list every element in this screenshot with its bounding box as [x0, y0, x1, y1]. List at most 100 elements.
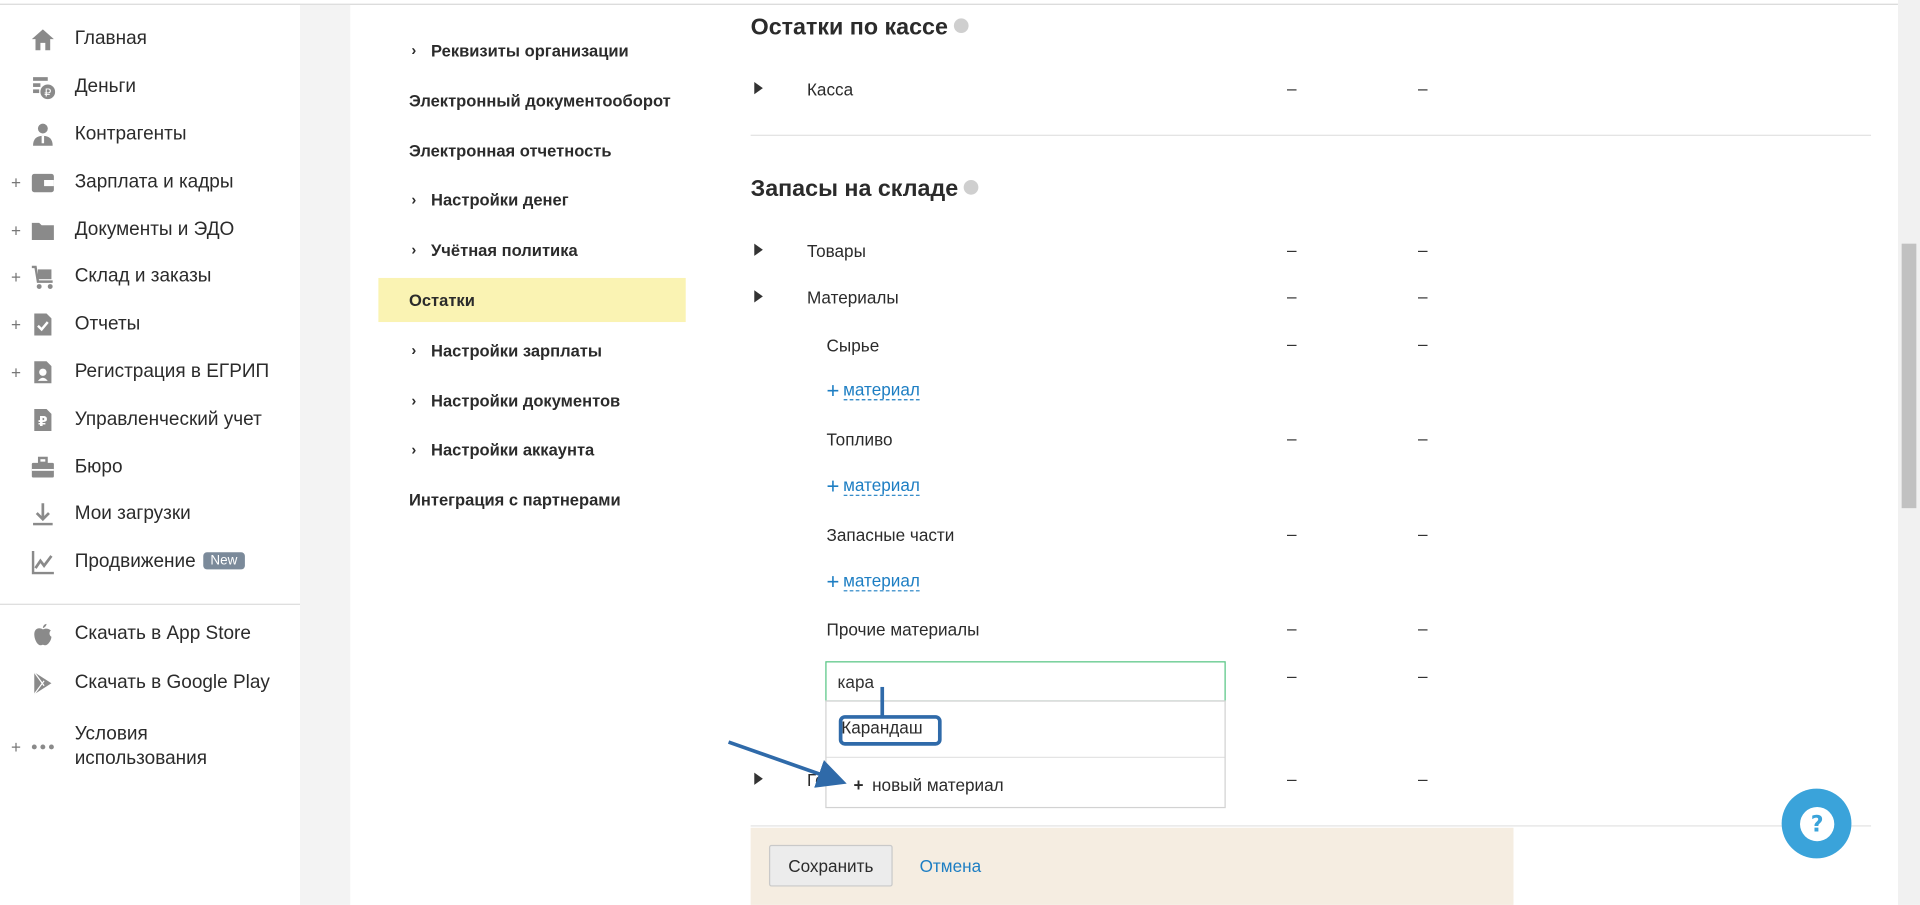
- row-value: –: [1286, 618, 1297, 638]
- expand-plus-icon[interactable]: +: [11, 362, 23, 382]
- sidebar-item-registration[interactable]: + Регистрация в ЕГРИП: [0, 351, 300, 393]
- cash-section-title: Остатки по кассе: [751, 15, 969, 42]
- sidebar-item-salary[interactable]: + Зарплата и кадры: [0, 162, 300, 204]
- sidebar-item-label: Склад и заказы: [74, 265, 212, 287]
- sidebar-item-text: Продвижение: [74, 551, 196, 572]
- row-value: –: [1417, 666, 1428, 686]
- plus-icon: +: [826, 569, 840, 594]
- info-icon[interactable]: [954, 18, 969, 34]
- menu-item-partners[interactable]: Интеграция с партнерами: [378, 478, 685, 522]
- google-play-link[interactable]: Скачать в Google Play: [0, 662, 300, 704]
- menu-item-money-settings[interactable]: › Настройки денег: [378, 178, 685, 222]
- annotation-highlight: [838, 715, 942, 746]
- row-value: –: [1286, 768, 1297, 789]
- management-icon: ₽: [28, 405, 57, 434]
- menu-item-requisites[interactable]: › Реквизиты организации: [378, 28, 685, 72]
- add-material-link[interactable]: + материал: [827, 569, 920, 595]
- scrollbar[interactable]: [1897, 0, 1920, 905]
- apple-icon: [28, 620, 57, 649]
- expand-plus-icon[interactable]: +: [11, 220, 23, 240]
- cancel-link[interactable]: Отмена: [920, 856, 982, 876]
- table-row-materials: Материалы – –: [751, 284, 1871, 313]
- sidebar-item-management[interactable]: ₽ Управленческий учет: [0, 399, 300, 441]
- sidebar-item-downloads[interactable]: Мои загрузки: [0, 493, 300, 535]
- section-divider: [750, 825, 1872, 827]
- save-bar: Сохранить Отмена: [750, 827, 1514, 905]
- sidebar-item-label: Деньги: [74, 75, 137, 97]
- add-material-label: материал: [843, 379, 920, 401]
- sidebar-item-home[interactable]: Главная: [0, 18, 300, 60]
- chevron-right-icon: ›: [411, 391, 417, 409]
- google-play-icon: [28, 669, 57, 698]
- scrollbar-thumb[interactable]: [1901, 243, 1917, 509]
- folder-icon: [28, 216, 57, 245]
- gutter: [300, 4, 351, 905]
- add-material-link[interactable]: + материал: [827, 378, 920, 404]
- expand-triangle-icon[interactable]: [754, 290, 763, 303]
- menu-item-label: Настройки зарплаты: [431, 341, 603, 360]
- home-icon: [28, 24, 57, 53]
- row-value: –: [1286, 428, 1297, 449]
- help-button[interactable]: ?: [1781, 788, 1852, 859]
- table-row-raw: Сырье – –: [751, 332, 1871, 361]
- sidebar-item-warehouse[interactable]: + Склад и заказы: [0, 256, 300, 298]
- wallet-icon: [28, 168, 57, 197]
- expand-triangle-icon[interactable]: [754, 772, 763, 785]
- add-material-label: материал: [843, 570, 920, 592]
- new-material-label: новый материал: [872, 775, 1004, 795]
- table-row-spare-parts: Запасные части – –: [751, 522, 1871, 551]
- material-search-input[interactable]: [825, 661, 1226, 702]
- app-store-label: Скачать в App Store: [74, 623, 251, 645]
- save-button[interactable]: Сохранить: [768, 844, 893, 887]
- new-material-option[interactable]: + новый материал: [853, 775, 1003, 795]
- menu-item-e-reporting[interactable]: Электронная отчетность: [378, 129, 685, 173]
- sidebar-item-label: Зарплата и кадры: [74, 171, 234, 193]
- money-icon: ₽: [28, 72, 57, 101]
- sidebar-item-promotion[interactable]: Продвижение New: [0, 541, 300, 583]
- stock-section-title: Запасы на складе: [751, 176, 979, 203]
- menu-item-label: Остатки: [408, 290, 475, 310]
- terms-label: Условия использования: [74, 723, 207, 769]
- annotation-connector: [880, 686, 885, 717]
- expand-plus-icon[interactable]: +: [11, 737, 23, 757]
- expand-plus-icon[interactable]: +: [11, 315, 23, 335]
- sidebar-item-label: Документы и ЭДО: [74, 219, 235, 241]
- menu-item-accounting-policy[interactable]: › Учётная политика: [378, 228, 685, 272]
- sidebar-item-money[interactable]: ₽ Деньги: [0, 66, 300, 108]
- row-label: Касса: [806, 79, 854, 100]
- settings-menu: › Реквизиты организации Электронный докум…: [350, 5, 717, 905]
- svg-text:?: ?: [1810, 812, 1823, 837]
- registration-icon: [28, 358, 57, 387]
- expand-triangle-icon[interactable]: [754, 243, 763, 256]
- row-label: Сырье: [826, 335, 880, 356]
- menu-item-label: Электронный документооборот: [408, 91, 671, 110]
- row-label: Материалы: [806, 287, 899, 308]
- expand-plus-icon[interactable]: +: [11, 173, 23, 193]
- main-content: Остатки по кассе Касса – – Запасы на скл…: [718, 5, 1898, 905]
- expand-plus-icon[interactable]: +: [11, 267, 23, 287]
- terms-link[interactable]: + Условия использования: [0, 721, 300, 772]
- row-value: –: [1417, 334, 1428, 354]
- sidebar-item-reports[interactable]: + Отчеты: [0, 304, 300, 346]
- row-label: Прочие материалы: [826, 619, 980, 640]
- info-icon[interactable]: [964, 180, 979, 195]
- chevron-right-icon: ›: [411, 440, 417, 458]
- dropdown-divider: [826, 756, 1225, 758]
- menu-item-edo[interactable]: Электронный документооборот: [378, 78, 685, 122]
- sidebar-item-contractors[interactable]: Контрагенты: [0, 114, 300, 156]
- menu-item-balances[interactable]: Остатки: [378, 277, 686, 323]
- menu-item-document-settings[interactable]: › Настройки документов: [378, 378, 685, 422]
- menu-item-account-settings[interactable]: › Настройки аккаунта: [378, 427, 685, 471]
- plus-icon: +: [853, 775, 864, 795]
- chevron-right-icon: ›: [411, 41, 417, 59]
- add-material-link[interactable]: + материал: [827, 474, 920, 500]
- expand-triangle-icon[interactable]: [754, 82, 763, 95]
- sidebar-item-bureau[interactable]: Бюро: [0, 447, 300, 489]
- table-row-cash: Касса – –: [751, 76, 1871, 105]
- menu-item-label: Электронная отчетность: [408, 141, 612, 160]
- menu-item-salary-settings[interactable]: › Настройки зарплаты: [378, 328, 685, 372]
- section-title-text: Остатки по кассе: [750, 14, 948, 41]
- sidebar-item-documents[interactable]: + Документы и ЭДО: [0, 209, 300, 251]
- app-store-link[interactable]: Скачать в App Store: [0, 613, 300, 655]
- sidebar-item-label: Продвижение New: [75, 551, 245, 573]
